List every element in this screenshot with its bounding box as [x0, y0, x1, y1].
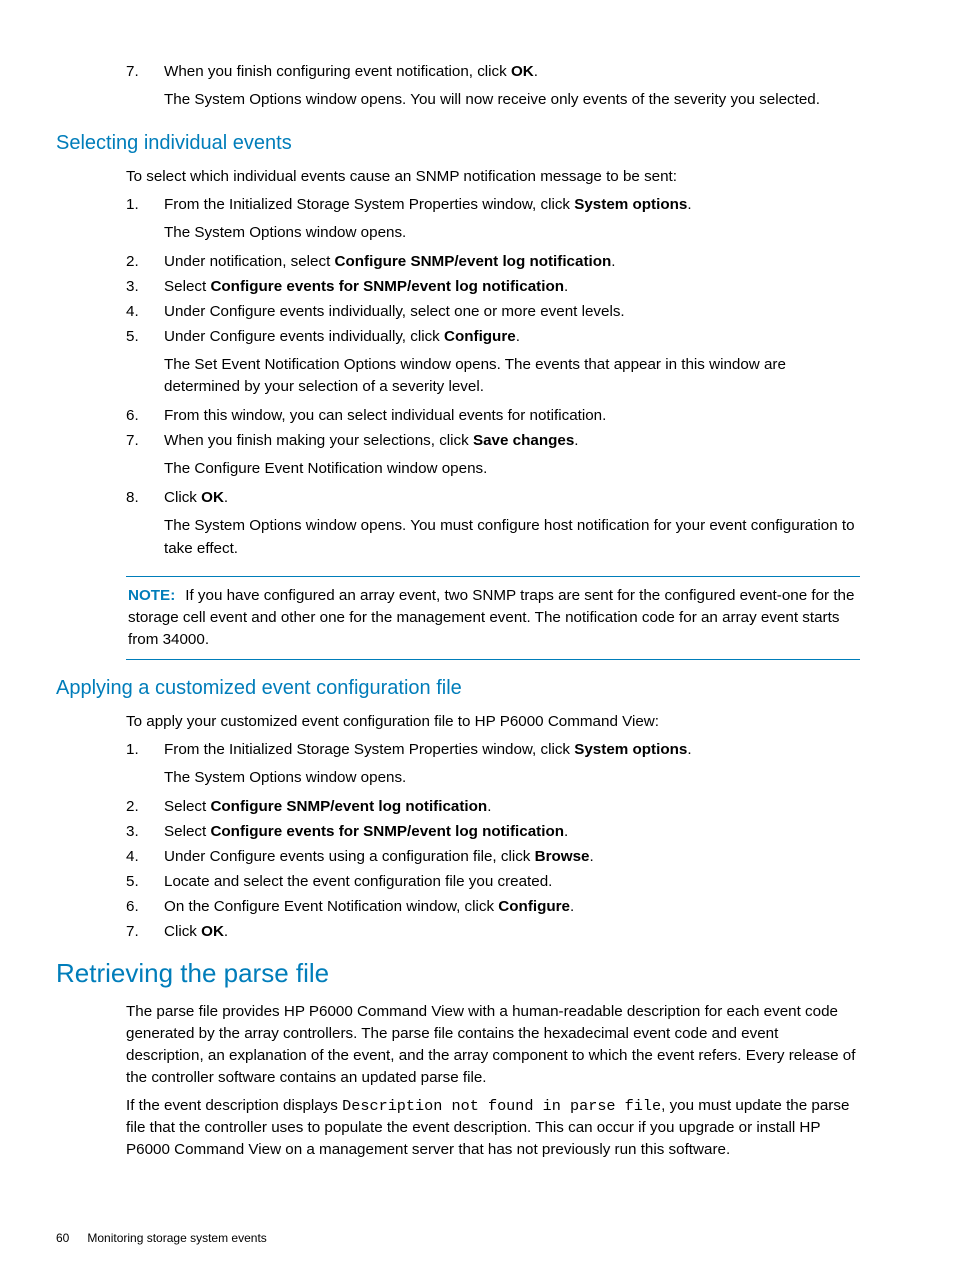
list-text: . — [570, 898, 574, 915]
list-number: 3. — [126, 276, 164, 298]
list-text: When you finish making your selections, … — [164, 432, 473, 449]
list-text: Select — [164, 798, 210, 815]
list-item: 6.On the Configure Event Notification wi… — [126, 896, 860, 918]
list-text: Click — [164, 489, 201, 506]
page-footer: 60 Monitoring storage system events — [56, 1230, 267, 1247]
list-number: 7. — [126, 430, 164, 484]
list-text: Locate and select the event configuratio… — [164, 873, 552, 890]
list-item: 6.From this window, you can select indiv… — [126, 405, 860, 427]
bold-term: Configure SNMP/event log notification — [210, 798, 487, 815]
note-box: NOTE:If you have configured an array eve… — [126, 576, 860, 660]
list-item: 7.Click OK. — [126, 921, 860, 943]
list-number: 1. — [126, 739, 164, 793]
list-number: 3. — [126, 821, 164, 843]
list-number: 1. — [126, 194, 164, 248]
list-subtext: The System Options window opens. — [164, 222, 860, 244]
note-text: If you have configured an array event, t… — [128, 587, 854, 648]
list-subtext: The System Options window opens. — [164, 767, 860, 789]
list-number: 4. — [126, 301, 164, 323]
list-item: 3.Select Configure events for SNMP/event… — [126, 821, 860, 843]
bold-term: Configure SNMP/event log notification — [335, 253, 612, 270]
list-number: 4. — [126, 846, 164, 868]
section-heading-applying-config: Applying a customized event configuratio… — [56, 674, 860, 703]
list-text: . — [534, 63, 538, 80]
list-text: . — [224, 489, 228, 506]
code-text: Description not found in parse file — [342, 1097, 661, 1115]
body-paragraph: The parse file provides HP P6000 Command… — [126, 1001, 860, 1089]
list-item: 7.When you finish making your selections… — [126, 430, 860, 484]
bold-term: Configure events for SNMP/event log noti… — [210, 823, 564, 840]
bold-term: Configure — [444, 328, 516, 345]
list-item: 1.From the Initialized Storage System Pr… — [126, 194, 860, 248]
list-number: 2. — [126, 251, 164, 273]
list-text: . — [564, 823, 568, 840]
list-subtext: The Set Event Notification Options windo… — [164, 354, 860, 398]
list-item: 3.Select Configure events for SNMP/event… — [126, 276, 860, 298]
list-text: . — [574, 432, 578, 449]
note-label: NOTE: — [128, 587, 175, 604]
list-number: 7. — [126, 61, 164, 115]
list-text: . — [687, 196, 691, 213]
list-text: From this window, you can select individ… — [164, 407, 606, 424]
list-number: 6. — [126, 405, 164, 427]
list-text: . — [564, 278, 568, 295]
list-text: When you finish configuring event notifi… — [164, 63, 511, 80]
list-item: 4.Under Configure events individually, s… — [126, 301, 860, 323]
list-text: . — [224, 923, 228, 940]
body-text: If the event description displays — [126, 1097, 342, 1114]
list-text: On the Configure Event Notification wind… — [164, 898, 498, 915]
list-text: . — [516, 328, 520, 345]
bold-term: Browse — [535, 848, 590, 865]
section-intro: To select which individual events cause … — [126, 166, 860, 188]
bold-term: OK — [201, 489, 224, 506]
footer-text: Monitoring storage system events — [87, 1231, 266, 1245]
list-text: Select — [164, 278, 210, 295]
list-text: . — [687, 741, 691, 758]
list-item: 5.Locate and select the event configurat… — [126, 871, 860, 893]
bold-term: System options — [574, 196, 687, 213]
section-intro: To apply your customized event configura… — [126, 711, 860, 733]
list-text: . — [589, 848, 593, 865]
list-text: From the Initialized Storage System Prop… — [164, 196, 574, 213]
list-subtext: The Configure Event Notification window … — [164, 458, 860, 480]
list-number: 8. — [126, 487, 164, 563]
list-number: 2. — [126, 796, 164, 818]
list-text: From the Initialized Storage System Prop… — [164, 741, 574, 758]
list-item: 7. When you finish configuring event not… — [126, 61, 860, 115]
list-text: Under Configure events using a configura… — [164, 848, 535, 865]
list-text: Under Configure events individually, cli… — [164, 328, 444, 345]
section-heading-retrieving-parse: Retrieving the parse file — [56, 955, 860, 993]
bold-term: OK — [201, 923, 224, 940]
bold-term: Configure events for SNMP/event log noti… — [210, 278, 564, 295]
bold-term: OK — [511, 63, 534, 80]
list-number: 6. — [126, 896, 164, 918]
list-text: Under Configure events individually, sel… — [164, 303, 625, 320]
list-subtext: The System Options window opens. You wil… — [164, 89, 860, 111]
list-text: . — [611, 253, 615, 270]
list-text: Select — [164, 823, 210, 840]
bold-term: Configure — [498, 898, 570, 915]
list-item: 5.Under Configure events individually, c… — [126, 326, 860, 402]
list-item: 1.From the Initialized Storage System Pr… — [126, 739, 860, 793]
list-item: 4.Under Configure events using a configu… — [126, 846, 860, 868]
list-text: Under notification, select — [164, 253, 335, 270]
bold-term: System options — [574, 741, 687, 758]
section-heading-selecting-events: Selecting individual events — [56, 129, 860, 158]
list-text: . — [487, 798, 491, 815]
list-item: 8.Click OK. The System Options window ope… — [126, 487, 860, 563]
list-number: 5. — [126, 871, 164, 893]
list-subtext: The System Options window opens. You mus… — [164, 515, 860, 559]
bold-term: Save changes — [473, 432, 574, 449]
list-number: 7. — [126, 921, 164, 943]
list-text: Click — [164, 923, 201, 940]
page-number: 60 — [56, 1231, 69, 1245]
list-number: 5. — [126, 326, 164, 402]
list-item: 2.Under notification, select Configure S… — [126, 251, 860, 273]
list-item: 2.Select Configure SNMP/event log notifi… — [126, 796, 860, 818]
body-paragraph: If the event description displays Descri… — [126, 1095, 860, 1161]
